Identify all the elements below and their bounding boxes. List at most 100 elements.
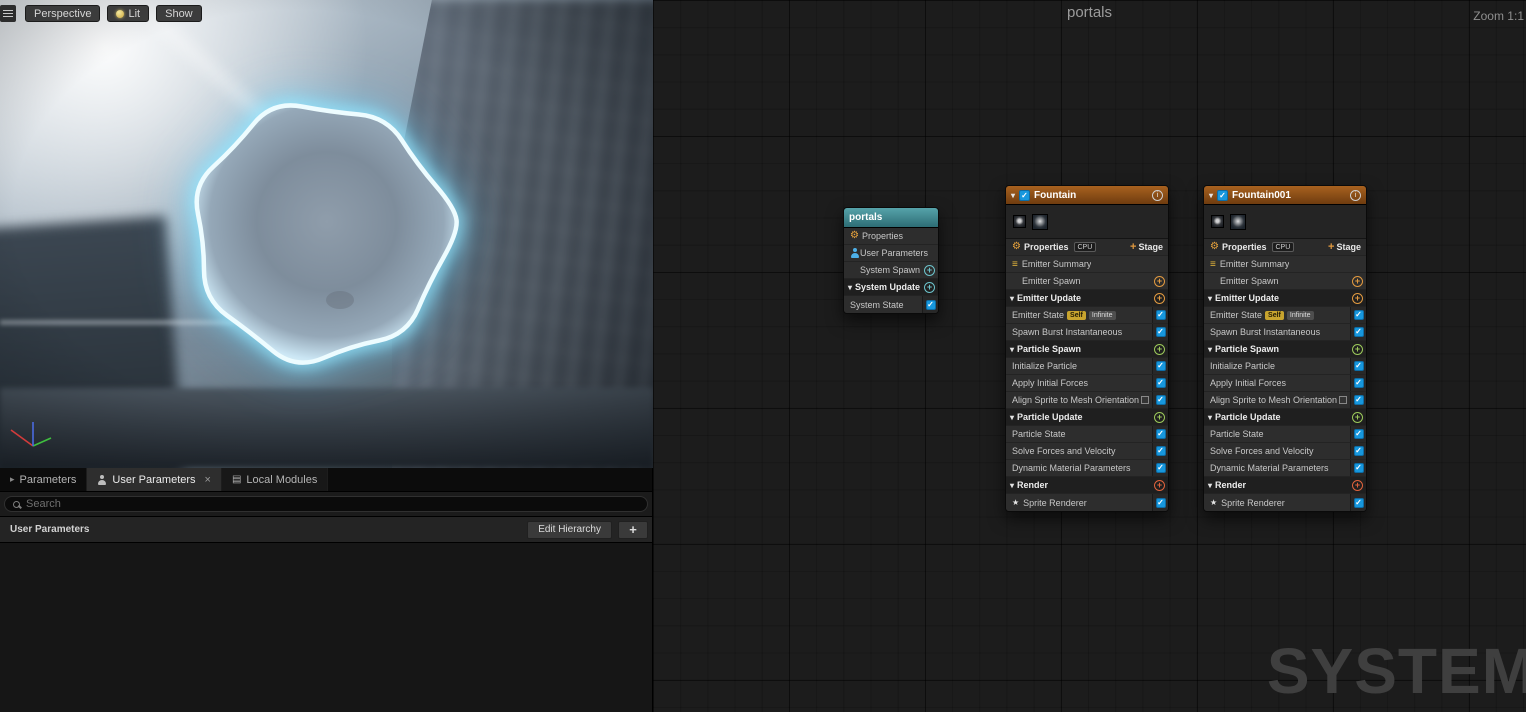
module-enabled-checkbox[interactable]: ✓	[1155, 378, 1166, 388]
module-enabled-checkbox[interactable]: ✓	[1353, 327, 1364, 337]
stack-row-emitter-summary[interactable]: ≡ Emitter Summary	[1204, 256, 1366, 273]
stack-row-emitter-state[interactable]: Emitter State Self Infinite ✓	[1006, 307, 1168, 324]
module-enabled-checkbox[interactable]: ✓	[1353, 497, 1364, 508]
module-enabled-checkbox[interactable]: ✓	[1353, 361, 1364, 371]
stack-row-properties[interactable]: ⚙ Properties CPU + Stage	[1006, 239, 1168, 256]
add-module-icon[interactable]: +	[1154, 411, 1165, 423]
module-enabled-checkbox[interactable]: ✓	[1353, 310, 1364, 320]
tab-parameters[interactable]: ▸ Parameters	[0, 468, 88, 491]
module-enabled-checkbox[interactable]: ✓	[1353, 378, 1364, 388]
collapse-arrow-icon[interactable]: ▾	[1208, 481, 1212, 490]
module-enabled-checkbox[interactable]: ✓	[1353, 463, 1364, 473]
add-module-icon[interactable]: +	[1352, 275, 1363, 287]
stack-row-render[interactable]: ▾ Render +	[1204, 477, 1366, 494]
emitter-header[interactable]: ▾ ✓ Fountain001 i	[1204, 186, 1366, 205]
add-module-icon[interactable]: +	[924, 264, 935, 276]
add-module-icon[interactable]: +	[1352, 479, 1363, 491]
stack-row-properties[interactable]: ⚙ Properties	[844, 228, 938, 245]
module-enabled-checkbox[interactable]: ✓	[1155, 497, 1166, 508]
stack-row-particle-state[interactable]: Particle State ✓	[1006, 426, 1168, 443]
module-enabled-checkbox[interactable]: ✓	[1353, 395, 1364, 405]
stack-row-particle-update[interactable]: ▾ Particle Update +	[1006, 409, 1168, 426]
stack-row-system-spawn[interactable]: System Spawn +	[844, 262, 938, 279]
stack-row-particle-spawn[interactable]: ▾ Particle Spawn +	[1006, 341, 1168, 358]
collapse-arrow-icon[interactable]: ▾	[1011, 191, 1015, 200]
system-overview-graph[interactable]: portals Zoom 1:1 SYSTEM portals ⚙ Propert…	[653, 0, 1526, 712]
collapse-arrow-icon[interactable]: ▾	[1208, 345, 1212, 354]
stack-row-align-sprite-to-mesh-orientation[interactable]: Align Sprite to Mesh Orientation ✓	[1204, 392, 1366, 409]
tab-local-modules[interactable]: ▤ Local Modules	[221, 468, 329, 491]
stack-row-particle-spawn[interactable]: ▾ Particle Spawn +	[1204, 341, 1366, 358]
stack-row-solve-forces-and-velocity[interactable]: Solve Forces and Velocity ✓	[1204, 443, 1366, 460]
module-enabled-checkbox[interactable]: ✓	[1155, 395, 1166, 405]
system-node-portals[interactable]: portals ⚙ Properties User Parameters System…	[843, 207, 939, 314]
module-enabled-checkbox[interactable]: ✓	[1155, 446, 1166, 456]
edit-hierarchy-button[interactable]: Edit Hierarchy	[527, 520, 612, 539]
stack-row-system-state[interactable]: System State ✓	[844, 296, 938, 313]
stack-row-initialize-particle[interactable]: Initialize Particle ✓	[1204, 358, 1366, 375]
module-enabled-checkbox[interactable]: ✓	[925, 299, 936, 310]
stack-row-apply-initial-forces[interactable]: Apply Initial Forces ✓	[1204, 375, 1366, 392]
stack-row-sprite-renderer[interactable]: ★ Sprite Renderer ✓	[1204, 494, 1366, 511]
add-module-icon[interactable]: +	[1154, 343, 1165, 355]
emitter-enabled-checkbox[interactable]: ✓	[1019, 189, 1031, 201]
add-module-icon[interactable]: +	[1352, 343, 1363, 355]
add-parameter-button[interactable]: +	[618, 520, 648, 539]
module-enabled-checkbox[interactable]: ✓	[1155, 310, 1166, 320]
perspective-button[interactable]: Perspective	[25, 5, 101, 22]
preview-viewport[interactable]: Perspective Lit Show	[0, 0, 653, 468]
stack-row-emitter-update[interactable]: ▾ Emitter Update +	[1204, 290, 1366, 307]
add-module-icon[interactable]: +	[1352, 292, 1363, 304]
info-icon[interactable]: i	[1152, 189, 1163, 201]
stack-row-spawn-burst-instantaneous[interactable]: Spawn Burst Instantaneous ✓	[1006, 324, 1168, 341]
add-module-icon[interactable]: +	[1154, 275, 1165, 287]
module-enabled-checkbox[interactable]: ✓	[1155, 327, 1166, 337]
stack-row-align-sprite-to-mesh-orientation[interactable]: Align Sprite to Mesh Orientation ✓	[1006, 392, 1168, 409]
module-enabled-checkbox[interactable]: ✓	[1155, 361, 1166, 371]
viewport-menu-icon[interactable]	[0, 5, 16, 22]
module-enabled-checkbox[interactable]: ✓	[1353, 429, 1364, 439]
cpu-badge[interactable]: CPU	[1271, 242, 1295, 252]
add-stage-button[interactable]: + Stage	[1328, 241, 1361, 253]
collapse-arrow-icon[interactable]: ▾	[848, 283, 852, 292]
stack-row-particle-update[interactable]: ▾ Particle Update +	[1204, 409, 1366, 426]
stack-row-emitter-spawn[interactable]: Emitter Spawn +	[1006, 273, 1168, 290]
cpu-badge[interactable]: CPU	[1073, 242, 1097, 252]
stack-row-system-update[interactable]: ▾ System Update +	[844, 279, 938, 296]
search-input[interactable]: Search	[4, 496, 648, 512]
tab-user-parameters[interactable]: User Parameters ×	[87, 468, 222, 491]
lit-button[interactable]: Lit	[107, 5, 150, 22]
emitter-node-fountain001[interactable]: ▾ ✓ Fountain001 i ⚙ Properties CPU + Sta…	[1203, 185, 1367, 512]
stack-row-emitter-spawn[interactable]: Emitter Spawn +	[1204, 273, 1366, 290]
collapse-arrow-icon[interactable]: ▾	[1010, 481, 1014, 490]
emitter-header[interactable]: ▾ ✓ Fountain i	[1006, 186, 1168, 205]
add-module-icon[interactable]: +	[1352, 411, 1363, 423]
stack-row-initialize-particle[interactable]: Initialize Particle ✓	[1006, 358, 1168, 375]
stack-row-emitter-state[interactable]: Emitter State Self Infinite ✓	[1204, 307, 1366, 324]
module-enabled-checkbox[interactable]: ✓	[1155, 463, 1166, 473]
collapse-arrow-icon[interactable]: ▾	[1010, 294, 1014, 303]
stack-row-dynamic-material-parameters[interactable]: Dynamic Material Parameters ✓	[1006, 460, 1168, 477]
module-enabled-checkbox[interactable]: ✓	[1155, 429, 1166, 439]
stack-row-solve-forces-and-velocity[interactable]: Solve Forces and Velocity ✓	[1006, 443, 1168, 460]
show-button[interactable]: Show	[156, 5, 202, 22]
collapse-arrow-icon[interactable]: ▾	[1010, 413, 1014, 422]
stack-row-sprite-renderer[interactable]: ★ Sprite Renderer ✓	[1006, 494, 1168, 511]
add-module-icon[interactable]: +	[924, 281, 935, 293]
stack-row-properties[interactable]: ⚙ Properties CPU + Stage	[1204, 239, 1366, 256]
collapse-arrow-icon[interactable]: ▾	[1209, 191, 1213, 200]
add-stage-button[interactable]: + Stage	[1130, 241, 1163, 253]
add-module-icon[interactable]: +	[1154, 479, 1165, 491]
emitter-node-fountain[interactable]: ▾ ✓ Fountain i ⚙ Properties CPU + Stage …	[1005, 185, 1169, 512]
stack-row-dynamic-material-parameters[interactable]: Dynamic Material Parameters ✓	[1204, 460, 1366, 477]
stack-row-emitter-update[interactable]: ▾ Emitter Update +	[1006, 290, 1168, 307]
collapse-arrow-icon[interactable]: ▾	[1208, 294, 1212, 303]
module-enabled-checkbox[interactable]: ✓	[1353, 446, 1364, 456]
collapse-arrow-icon[interactable]: ▾	[1010, 345, 1014, 354]
close-tab-icon[interactable]: ×	[205, 474, 211, 486]
stack-row-user-parameters[interactable]: User Parameters	[844, 245, 938, 262]
system-node-header[interactable]: portals	[844, 208, 938, 228]
stack-row-spawn-burst-instantaneous[interactable]: Spawn Burst Instantaneous ✓	[1204, 324, 1366, 341]
add-module-icon[interactable]: +	[1154, 292, 1165, 304]
stack-row-emitter-summary[interactable]: ≡ Emitter Summary	[1006, 256, 1168, 273]
